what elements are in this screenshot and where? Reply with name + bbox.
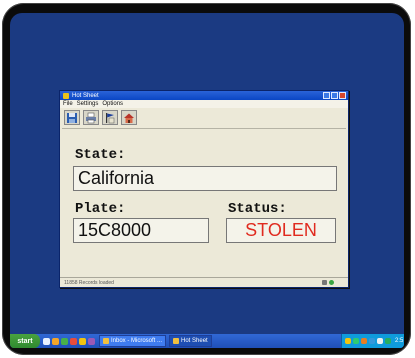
- state-label: State:: [75, 147, 126, 163]
- state-field[interactable]: California: [73, 166, 337, 191]
- window-titlebar[interactable]: Hot Sheet: [60, 91, 348, 100]
- print-button[interactable]: [83, 110, 99, 125]
- tray-icon[interactable]: [369, 338, 375, 344]
- toolbar: [60, 108, 348, 128]
- status-label: Status:: [228, 201, 287, 217]
- app-shortcut-icon[interactable]: [70, 337, 77, 345]
- tray-icon[interactable]: [385, 338, 391, 344]
- tray-icon[interactable]: [361, 338, 367, 344]
- status-field[interactable]: STOLEN: [226, 218, 336, 243]
- tray-icon[interactable]: [377, 338, 383, 344]
- close-button[interactable]: [339, 92, 346, 99]
- quick-launch: [43, 337, 95, 345]
- flag-icon: [106, 112, 115, 123]
- messenger-icon[interactable]: [88, 337, 95, 345]
- window-title: Hot Sheet: [72, 92, 99, 99]
- taskbar-item-hot-sheet[interactable]: Hot Sheet: [169, 335, 212, 347]
- folder-icon[interactable]: [79, 337, 86, 345]
- desktop: Hot Sheet File Settings Options State: C…: [10, 13, 404, 348]
- taskbar-item-inbox[interactable]: Inbox - Microsoft ...: [99, 335, 167, 347]
- menu-bar: File Settings Options: [60, 100, 348, 108]
- save-icon: [67, 112, 77, 123]
- house-icon: [124, 113, 134, 123]
- menu-file[interactable]: File: [63, 101, 73, 107]
- desktop-icon[interactable]: [43, 337, 50, 345]
- menu-options[interactable]: Options: [102, 101, 123, 107]
- system-tray: 2:5: [341, 334, 404, 348]
- flag-button[interactable]: [102, 110, 118, 125]
- save-button[interactable]: [64, 110, 80, 125]
- menu-settings[interactable]: Settings: [77, 101, 99, 107]
- hot-sheet-window: Hot Sheet File Settings Options State: C…: [59, 90, 349, 288]
- toolbar-divider: [62, 128, 346, 129]
- taskbar: start Inbox - Microsoft ... Hot Sheet 2:…: [10, 334, 404, 348]
- taskbar-item-label: Hot Sheet: [181, 338, 208, 344]
- clock[interactable]: 2:5: [395, 338, 403, 344]
- plate-label: Plate:: [75, 201, 126, 217]
- hot-sheet-icon: [173, 338, 180, 344]
- app-icon: [63, 92, 69, 99]
- minimize-button[interactable]: [323, 92, 330, 99]
- browser-icon[interactable]: [52, 337, 59, 345]
- start-button[interactable]: start: [10, 334, 40, 348]
- connection-icon: [322, 280, 327, 285]
- taskbar-item-label: Inbox - Microsoft ...: [111, 338, 163, 344]
- records-status: 11858 Records loaded: [64, 279, 114, 286]
- monitor-frame: Hot Sheet File Settings Options State: C…: [2, 3, 411, 355]
- tray-icon[interactable]: [345, 338, 351, 344]
- plate-field[interactable]: 15C8000: [73, 218, 209, 243]
- media-icon[interactable]: [61, 337, 68, 345]
- house-button[interactable]: [121, 110, 137, 125]
- print-icon: [86, 112, 96, 123]
- maximize-button[interactable]: [331, 92, 338, 99]
- mail-icon: [103, 338, 109, 344]
- online-status-icon: [329, 280, 334, 285]
- tray-icon[interactable]: [353, 338, 359, 344]
- status-bar: 11858 Records loaded: [60, 277, 348, 287]
